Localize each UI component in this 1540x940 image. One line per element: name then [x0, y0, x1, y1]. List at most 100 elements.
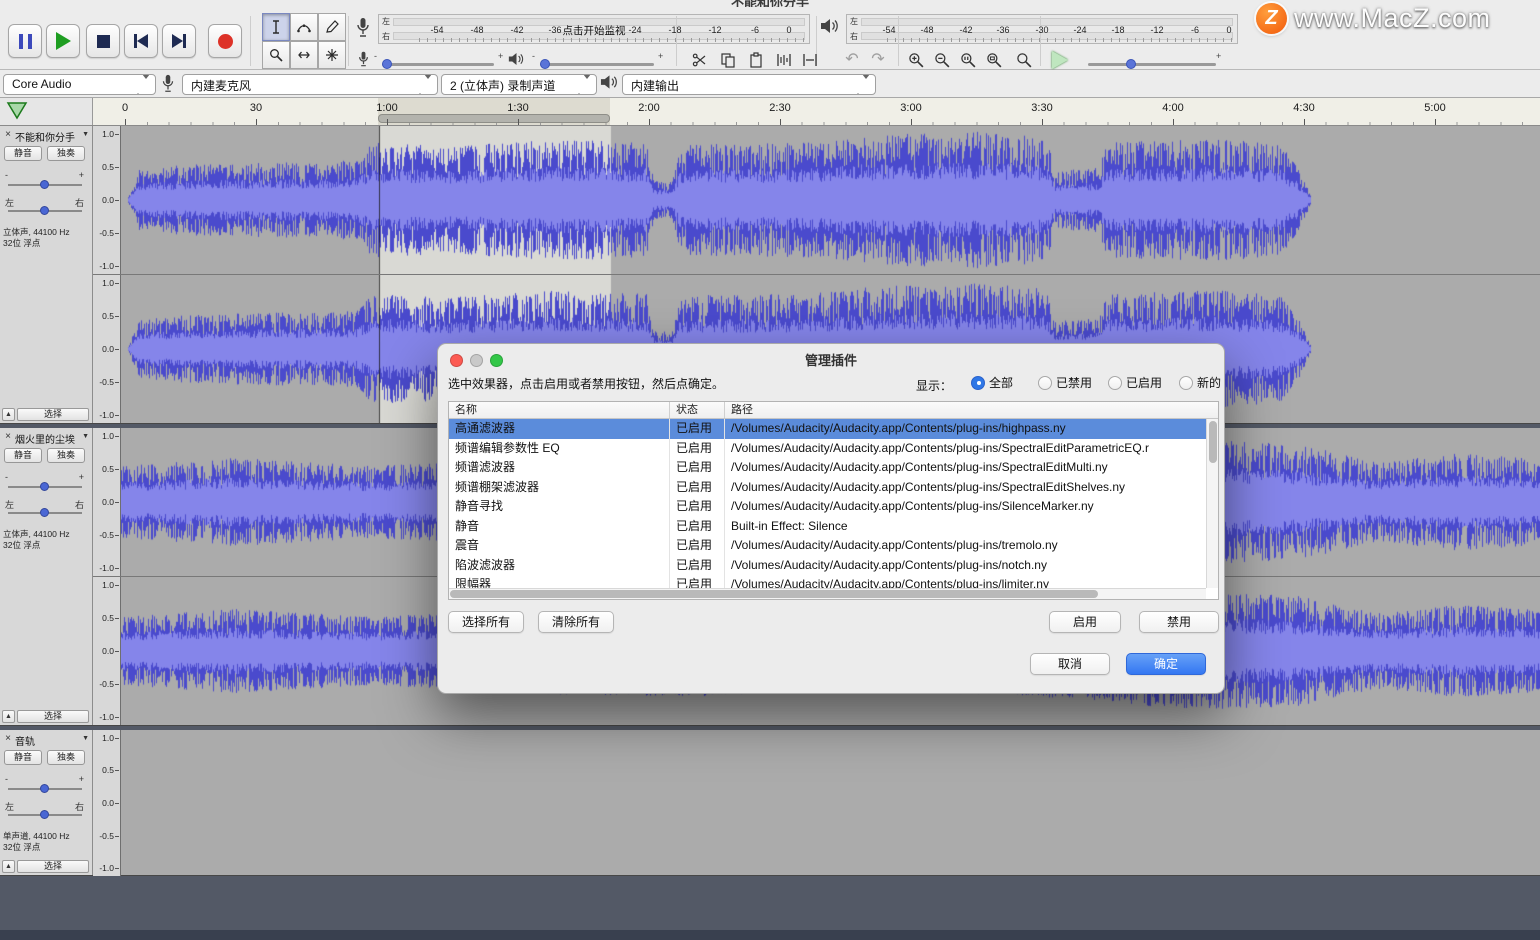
plugin-row[interactable]: 陷波滤波器已启用/Volumes/Audacity/Audacity.app/C… [449, 556, 1218, 576]
playback-volume-slider[interactable] [540, 63, 654, 66]
gain-slider[interactable] [8, 486, 82, 488]
copy-button[interactable] [716, 48, 740, 72]
select-all-button[interactable]: 选择所有 [448, 611, 524, 633]
slider-thumb[interactable] [1126, 59, 1136, 69]
plugin-row[interactable]: 频谱滤波器已启用/Volumes/Audacity/Audacity.app/C… [449, 458, 1218, 478]
multi-tool-button[interactable] [318, 41, 346, 69]
scrollbar-thumb[interactable] [1209, 421, 1217, 463]
slider-thumb[interactable] [382, 59, 392, 69]
playback-meter[interactable]: 左 右 -54-48-42-36-30-24-18-12-60 [846, 14, 1238, 44]
filter-radio-disabled[interactable]: 已禁用 [1038, 374, 1092, 391]
select-track-button[interactable]: 选择 [17, 408, 89, 421]
mute-button[interactable]: 静音 [4, 750, 42, 765]
slider-thumb[interactable] [40, 180, 49, 189]
track-close-button[interactable]: × [3, 129, 13, 140]
pan-slider[interactable] [8, 210, 82, 212]
slider-thumb[interactable] [40, 206, 49, 215]
skip-to-end-button[interactable] [162, 24, 196, 58]
zoom-in-button[interactable] [904, 48, 928, 72]
solo-button[interactable]: 独奏 [47, 750, 85, 765]
recording-device-select[interactable]: 内建麦克风 [182, 74, 438, 95]
horizontal-scrollbar[interactable] [0, 930, 1540, 940]
gain-slider[interactable] [8, 788, 82, 790]
column-header-state[interactable]: 状态 [670, 402, 725, 418]
track-menu-button[interactable]: ▼ [82, 433, 89, 440]
select-track-button[interactable]: 选择 [17, 710, 89, 723]
selection-tool-button[interactable] [262, 13, 290, 41]
undo-button[interactable]: ↶ [840, 48, 864, 72]
redo-button[interactable]: ↷ [866, 48, 890, 72]
track-menu-button[interactable]: ▼ [82, 735, 89, 742]
recording-volume-slider[interactable] [382, 63, 494, 66]
timeline-ruler[interactable]: 0301:001:302:002:303:003:304:004:305:00 [93, 98, 1540, 125]
zoom-out-button[interactable] [930, 48, 954, 72]
fit-project-button[interactable] [982, 48, 1006, 72]
slider-thumb[interactable] [40, 784, 49, 793]
slider-thumb[interactable] [540, 59, 550, 69]
collapse-track-button[interactable]: ▲ [2, 710, 15, 723]
filter-radio-enabled[interactable]: 已启用 [1108, 374, 1162, 391]
record-button[interactable] [208, 24, 242, 58]
pause-button[interactable] [8, 24, 42, 58]
slider-thumb[interactable] [40, 508, 49, 517]
slider-thumb[interactable] [40, 810, 49, 819]
plugin-row[interactable]: 静音已启用Built-in Effect: Silence [449, 517, 1218, 537]
table-horizontal-scrollbar[interactable] [449, 588, 1206, 599]
collapse-track-button[interactable]: ▲ [2, 408, 15, 421]
playback-device-select[interactable]: 内建输出 [622, 74, 876, 95]
timeshift-tool-button[interactable] [290, 41, 318, 69]
zoom-tool-button[interactable] [262, 41, 290, 69]
filter-radio-new[interactable]: 新的 [1179, 374, 1221, 391]
track-title[interactable]: 不能和你分手 [15, 129, 77, 144]
play-speed-slider[interactable] [1088, 63, 1216, 66]
audio-host-select[interactable]: Core Audio [3, 74, 156, 95]
play-at-speed-button[interactable] [1048, 48, 1072, 72]
recording-meter[interactable]: 左 右 点击开始监视 -54-48-42-36-24-18-12-60 [378, 14, 810, 44]
stop-button[interactable] [86, 24, 120, 58]
track-title[interactable]: 音轨 [15, 733, 77, 748]
plugin-row[interactable]: 高通滤波器已启用/Volumes/Audacity/Audacity.app/C… [449, 419, 1218, 439]
disable-button[interactable]: 禁用 [1139, 611, 1219, 633]
mute-button[interactable]: 静音 [4, 146, 42, 161]
plugin-row[interactable]: 静音寻找已启用/Volumes/Audacity/Audacity.app/Co… [449, 497, 1218, 517]
mute-button[interactable]: 静音 [4, 448, 42, 463]
pan-slider[interactable] [8, 814, 82, 816]
recording-channels-select[interactable]: 2 (立体声) 录制声道 [441, 74, 597, 95]
zoom-toggle-button[interactable] [1012, 48, 1036, 72]
play-button[interactable] [46, 24, 80, 58]
column-header-name[interactable]: 名称 [449, 402, 670, 418]
fit-selection-button[interactable] [956, 48, 980, 72]
solo-button[interactable]: 独奏 [47, 448, 85, 463]
silence-audio-button[interactable] [798, 48, 822, 72]
solo-button[interactable]: 独奏 [47, 146, 85, 161]
table-vertical-scrollbar[interactable] [1206, 419, 1218, 588]
draw-tool-button[interactable] [318, 13, 346, 41]
waveform-channel[interactable] [121, 126, 1540, 274]
plugin-row[interactable]: 频谱编辑参数性 EQ已启用/Volumes/Audacity/Audacity.… [449, 439, 1218, 459]
pinned-play-head-button[interactable] [6, 101, 28, 121]
cut-button[interactable] [688, 48, 712, 72]
column-header-path[interactable]: 路径 [725, 402, 1218, 418]
select-track-button[interactable]: 选择 [17, 860, 89, 873]
skip-to-start-button[interactable] [124, 24, 158, 58]
envelope-tool-button[interactable] [290, 13, 318, 41]
gain-slider[interactable] [8, 184, 82, 186]
track-menu-button[interactable]: ▼ [82, 131, 89, 138]
collapse-track-button[interactable]: ▲ [2, 860, 15, 873]
scrollbar-thumb[interactable] [450, 590, 1098, 598]
enable-button[interactable]: 启用 [1049, 611, 1121, 633]
track-title[interactable]: 烟火里的尘埃 [15, 431, 77, 446]
plugin-row[interactable]: 限幅器已启用/Volumes/Audacity/Audacity.app/Con… [449, 575, 1218, 588]
ok-button[interactable]: 确定 [1126, 653, 1206, 675]
track-close-button[interactable]: × [3, 733, 13, 744]
pan-slider[interactable] [8, 512, 82, 514]
trim-audio-button[interactable] [772, 48, 796, 72]
plugin-row[interactable]: 震音已启用/Volumes/Audacity/Audacity.app/Cont… [449, 536, 1218, 556]
filter-radio-all[interactable]: 全部 [971, 374, 1013, 391]
slider-thumb[interactable] [40, 482, 49, 491]
paste-button[interactable] [744, 48, 768, 72]
track-close-button[interactable]: × [3, 431, 13, 442]
plugin-row[interactable]: 频谱棚架滤波器已启用/Volumes/Audacity/Audacity.app… [449, 478, 1218, 498]
timeline-selection-bar[interactable] [378, 114, 610, 123]
cancel-button[interactable]: 取消 [1030, 653, 1110, 675]
